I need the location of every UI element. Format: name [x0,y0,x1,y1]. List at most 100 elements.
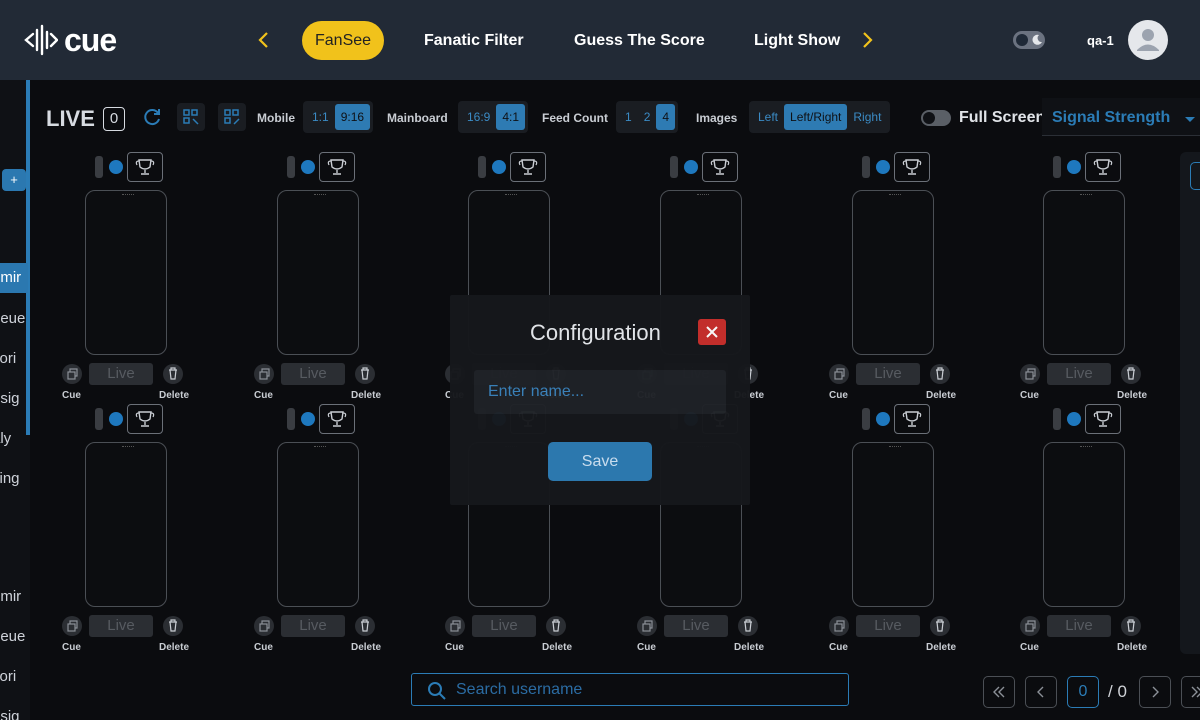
tile-toggle[interactable] [95,408,103,430]
live-button[interactable]: Live [472,615,536,637]
phone-preview[interactable] [1043,190,1125,355]
app-logo[interactable]: cue [24,24,117,56]
sidebar-item-design[interactable]: esig [0,390,20,407]
qr-code-button[interactable] [177,103,205,131]
tile-toggle[interactable] [478,156,486,178]
trophy-button[interactable] [702,152,738,182]
sidebar-item-analytics[interactable]: aly [0,430,11,447]
cue-button[interactable] [637,616,657,636]
live-button[interactable]: Live [856,363,920,385]
phone-preview[interactable] [852,442,934,607]
trophy-button[interactable] [1085,404,1121,434]
mainboard-ratio-16-9[interactable]: 16:9 [461,104,496,130]
feed-count-4[interactable]: 4 [656,104,676,130]
delete-button[interactable] [930,616,950,636]
trophy-button[interactable] [510,152,546,182]
live-button[interactable]: Live [1047,363,1111,385]
feed-count-1[interactable]: 1 [619,104,638,130]
name-input[interactable] [474,370,726,414]
tile-toggle[interactable] [862,156,870,178]
tile-toggle[interactable] [287,408,295,430]
cue-button[interactable] [62,616,82,636]
tile-toggle[interactable] [1053,156,1061,178]
full-screen-toggle[interactable] [921,110,951,126]
trophy-button[interactable] [319,152,355,182]
avatar[interactable] [1128,20,1168,60]
delete-button[interactable] [546,616,566,636]
qr-code-edit-button[interactable] [218,103,246,131]
phone-preview[interactable] [85,190,167,355]
tab-guess-the-score[interactable]: Guess The Score [574,21,705,60]
refresh-icon[interactable] [138,103,166,131]
cue-button[interactable] [1020,616,1040,636]
phone-preview[interactable] [852,190,934,355]
close-button[interactable] [698,319,726,345]
phone-preview[interactable] [1043,442,1125,607]
tile-toggle[interactable] [862,408,870,430]
tab-fanatic-filter[interactable]: Fanatic Filter [424,21,524,60]
cue-button[interactable] [829,364,849,384]
trophy-button[interactable] [894,404,930,434]
images-left-right[interactable]: Left/Right [784,104,848,130]
tab-light-show[interactable]: Light Show [754,21,840,60]
trophy-button[interactable] [319,404,355,434]
mainboard-ratio-4-1[interactable]: 4:1 [496,104,526,130]
delete-button[interactable] [355,616,375,636]
delete-button[interactable] [355,364,375,384]
phone-preview[interactable] [277,190,359,355]
sidebar-item-admin-2[interactable]: dmir [0,588,21,605]
delete-button[interactable] [1121,616,1141,636]
sidebar-item-favorites-2[interactable]: vori [0,668,16,685]
feed-count-2[interactable]: 2 [638,104,657,130]
live-button[interactable]: Live [89,615,153,637]
tab-fansee[interactable]: FanSee [302,21,385,60]
last-page-button[interactable] [1181,676,1200,708]
live-button[interactable]: Live [1047,615,1111,637]
current-page[interactable]: 0 [1067,676,1099,708]
first-page-button[interactable] [983,676,1015,708]
trophy-button[interactable] [894,152,930,182]
phone-preview[interactable] [85,442,167,607]
delete-button[interactable] [163,616,183,636]
images-right[interactable]: Right [847,104,887,130]
delete-button[interactable] [1121,364,1141,384]
sidebar-item-design-2[interactable]: esig [0,708,20,720]
live-button[interactable]: Live [89,363,153,385]
phone-preview[interactable] [277,442,359,607]
user-name[interactable]: qa-1 [1087,33,1114,48]
sidebar-item-favorites[interactable]: vori [0,350,16,367]
cue-button[interactable] [829,616,849,636]
tile-toggle[interactable] [670,156,678,178]
chevron-left-icon[interactable] [252,28,276,52]
save-button[interactable]: Save [548,442,652,481]
cue-button[interactable] [445,616,465,636]
cue-button[interactable] [62,364,82,384]
chevron-right-icon[interactable] [855,28,879,52]
images-left[interactable]: Left [752,104,784,130]
cue-button[interactable] [254,364,274,384]
tile-toggle[interactable] [1053,408,1061,430]
trophy-button[interactable] [1085,152,1121,182]
delete-button[interactable] [163,364,183,384]
sidebar-item-sizing[interactable]: zing [0,470,20,487]
sidebar-item-queue-2[interactable]: ueue [0,628,25,645]
live-button[interactable]: Live [856,615,920,637]
tile-toggle[interactable] [287,156,295,178]
live-button[interactable]: Live [281,615,345,637]
signal-strength-select[interactable]: Signal Strength [1042,98,1200,136]
cue-button[interactable] [254,616,274,636]
tile-toggle[interactable] [95,156,103,178]
sidebar-add-button[interactable]: + [2,169,26,191]
sidebar-item-queue[interactable]: ueue [0,310,25,327]
delete-button[interactable] [930,364,950,384]
sidebar-item-admin[interactable]: dmir [0,263,28,293]
search-input[interactable] [456,680,836,700]
prev-page-button[interactable] [1025,676,1057,708]
live-button[interactable]: Live [664,615,728,637]
mobile-ratio-1-1[interactable]: 1:1 [306,104,335,130]
trophy-button[interactable] [127,404,163,434]
live-button[interactable]: Live [281,363,345,385]
delete-button[interactable] [738,616,758,636]
next-page-button[interactable] [1139,676,1171,708]
mobile-ratio-9-16[interactable]: 9:16 [334,104,371,130]
